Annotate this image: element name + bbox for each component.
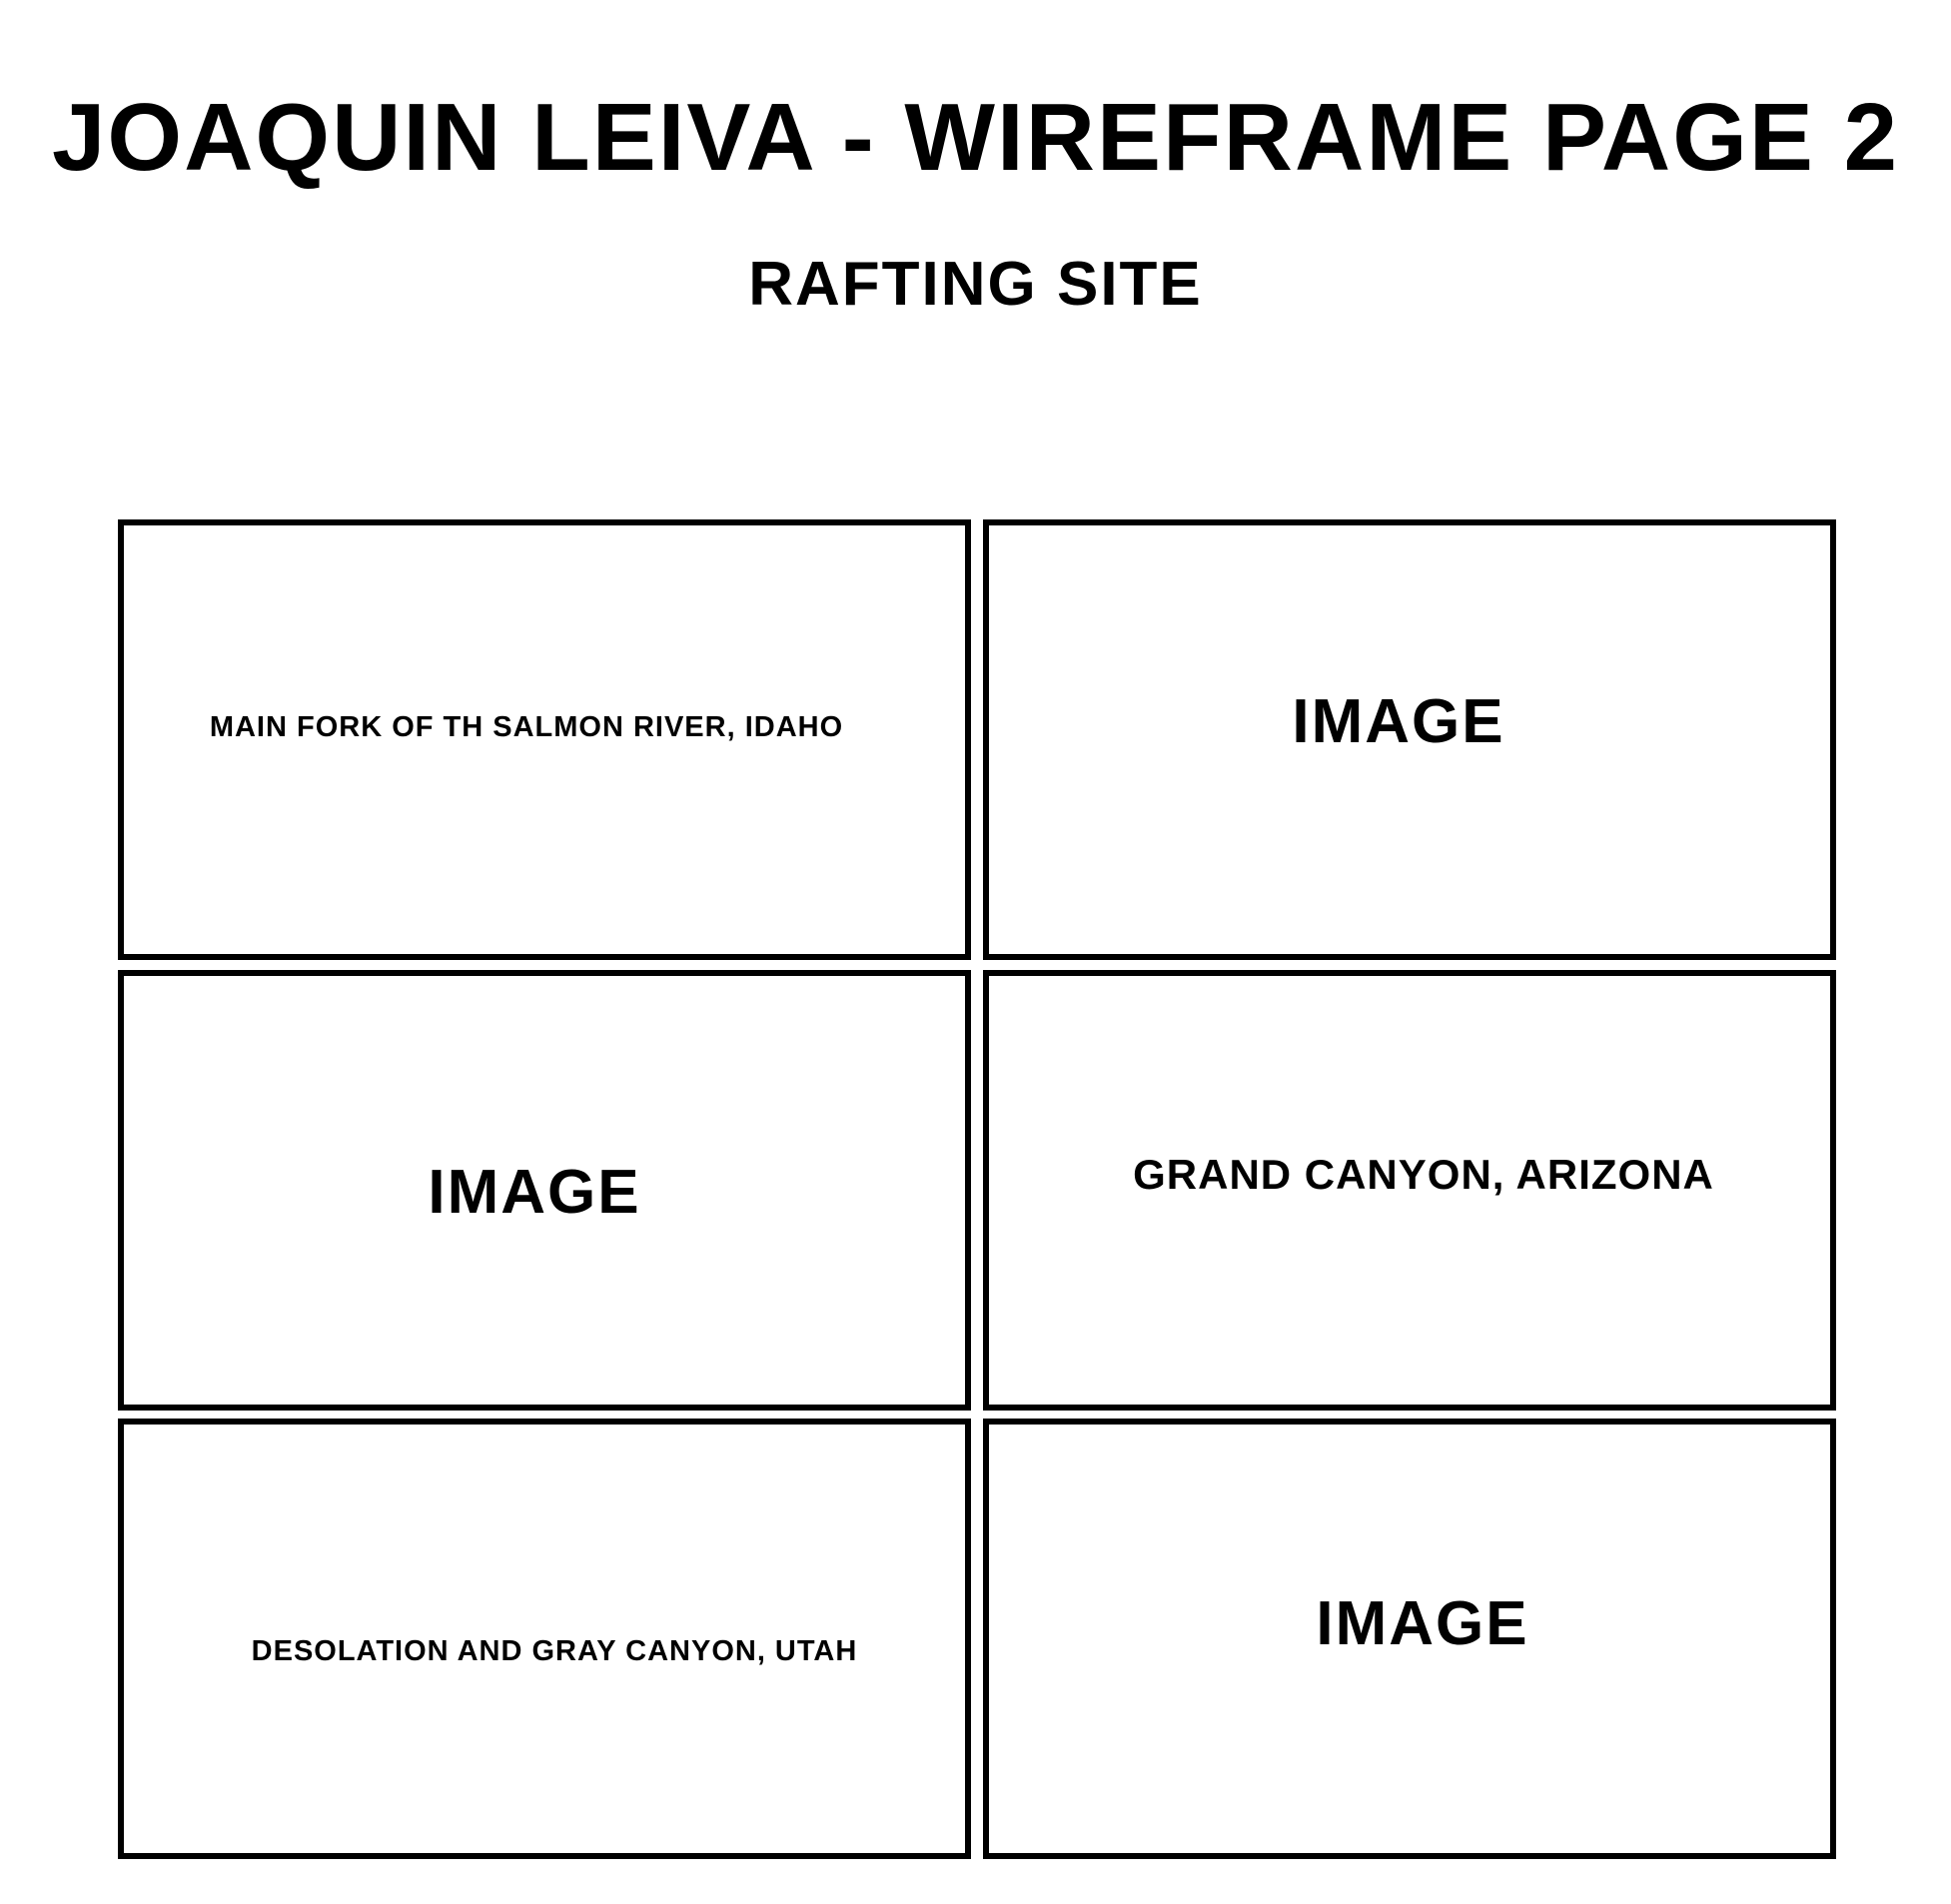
image-placeholder-label: IMAGE [1292,687,1505,756]
image-placeholder-label: IMAGE [1316,1589,1529,1658]
grid-cell-image-placeholder: IMAGE [118,970,971,1411]
page-title: JOAQUIN LEIVA - WIREFRAME PAGE 2 [52,84,1899,191]
cell-label: DESOLATION AND GRAY CANYON, UTAH [251,1635,858,1667]
grid-cell-text-desolation-gray-canyon: DESOLATION AND GRAY CANYON, UTAH [118,1419,971,1859]
page-subtitle: RAFTING SITE [748,250,1203,319]
grid-cell-image-placeholder: IMAGE [983,1419,1836,1859]
grid-cell-text-grand-canyon: GRAND CANYON, ARIZONA [983,970,1836,1411]
grid-cell-text-salmon-river: MAIN FORK OF TH SALMON RIVER, IDAHO [118,519,971,960]
cell-label: GRAND CANYON, ARIZONA [1133,1151,1714,1198]
grid-cell-image-placeholder: IMAGE [983,519,1836,960]
image-placeholder-label: IMAGE [428,1158,641,1227]
cell-label: MAIN FORK OF TH SALMON RIVER, IDAHO [209,711,844,743]
